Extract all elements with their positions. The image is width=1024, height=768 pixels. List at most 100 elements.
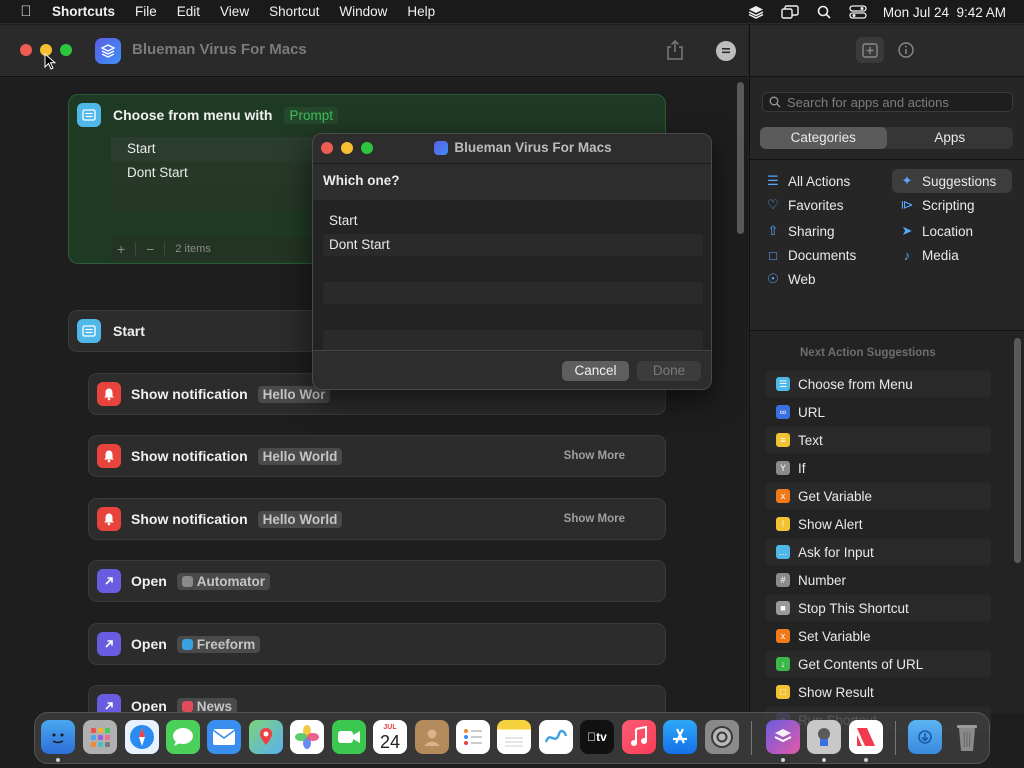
sidebar-segmented-control: Categories Apps (760, 127, 1013, 149)
library-add-icon[interactable] (856, 37, 884, 63)
text-icon: ≡ (776, 433, 790, 447)
open-app-action[interactable]: Open Automator (88, 560, 666, 602)
freeform-icon[interactable] (539, 720, 573, 754)
show-more-button[interactable]: Show More (564, 513, 625, 525)
details-icon[interactable] (716, 41, 736, 61)
search-icon[interactable] (815, 5, 833, 19)
window-title[interactable]: Blueman Virus For Macs (132, 41, 307, 58)
editor-scrollbar[interactable] (737, 82, 744, 234)
suggestion-item[interactable]: Y If (766, 455, 991, 481)
app-token[interactable]: News (176, 697, 238, 713)
screen-mirror-icon[interactable] (781, 5, 799, 19)
shortcut-app-icon[interactable] (95, 38, 121, 64)
tv-label-text: tv (591, 730, 607, 744)
suggestion-item[interactable]: □ Show Result (766, 679, 991, 705)
automator-icon[interactable] (807, 720, 841, 754)
prompt-token[interactable]: Prompt (284, 106, 338, 124)
facetime-icon[interactable] (332, 720, 366, 754)
actions-search-field[interactable]: Search for apps and actions (762, 92, 1013, 112)
open-arrow-icon (97, 694, 121, 713)
menu-edit[interactable]: Edit (167, 4, 210, 19)
add-item-button[interactable]: + (117, 241, 125, 257)
messages-icon[interactable] (166, 720, 200, 754)
menu-clock[interactable]: Mon Jul 24 9:42 AM (883, 5, 1006, 20)
menu-window[interactable]: Window (329, 4, 397, 19)
mail-icon[interactable] (207, 720, 241, 754)
done-button[interactable]: Done (637, 361, 701, 381)
launchpad-icon[interactable] (83, 720, 117, 754)
suggestion-item[interactable]: ≡ Text (766, 427, 991, 453)
suggestion-label: Text (798, 432, 823, 448)
category-web[interactable]: ☉ Web (766, 267, 815, 291)
suggestion-item[interactable]: ↓ Get Contents of URL (766, 651, 991, 677)
sidebar-scrollbar[interactable] (1014, 338, 1021, 563)
suggestion-item[interactable]: # Number (766, 567, 991, 593)
notification-text-token[interactable]: Hello World (257, 510, 343, 528)
shortcuts-icon[interactable] (766, 720, 800, 754)
suggestion-item[interactable]: … Ask for Input (766, 539, 991, 565)
control-center-icon[interactable] (849, 5, 867, 19)
menu-help[interactable]: Help (397, 4, 445, 19)
search-icon (769, 96, 781, 108)
tab-apps[interactable]: Apps (887, 127, 1014, 149)
category-label: Media (922, 247, 959, 263)
zoom-window-button[interactable] (60, 44, 72, 56)
category-all-actions[interactable]: ☰ All Actions (766, 169, 850, 193)
show-notification-action[interactable]: Show notification Hello World Show More (88, 435, 666, 477)
dialog-option-start[interactable]: Start (323, 210, 703, 232)
suggestion-item[interactable]: ■ Stop This Shortcut (766, 595, 991, 621)
app-store-icon[interactable] (663, 720, 697, 754)
reminders-icon[interactable] (456, 720, 490, 754)
category-media[interactable]: ♪ Media (900, 243, 959, 267)
sidebar-toolbar (749, 25, 1024, 77)
show-notification-action[interactable]: Show notification Hello World Show More (88, 498, 666, 540)
info-icon[interactable] (892, 37, 920, 63)
apple-menu-icon[interactable]:  (0, 3, 52, 20)
photos-icon[interactable] (290, 720, 324, 754)
suggestion-item[interactable]: ☰ Choose from Menu (766, 371, 991, 397)
share-icon[interactable] (665, 39, 685, 61)
maps-icon[interactable] (249, 720, 283, 754)
category-sharing[interactable]: ⇧ Sharing (766, 219, 835, 243)
divider (313, 163, 711, 164)
music-icon[interactable] (622, 720, 656, 754)
tab-categories[interactable]: Categories (760, 127, 887, 149)
dialog-option-dont-start[interactable]: Dont Start (323, 234, 703, 256)
suggestion-item[interactable]: ∞ URL (766, 399, 991, 425)
system-settings-icon[interactable] (705, 720, 739, 754)
scripting-icon: ⧐ (900, 197, 914, 212)
notes-icon[interactable] (497, 720, 531, 754)
open-app-action[interactable]: Open News (88, 685, 666, 713)
suggestion-item[interactable]: x Set Variable (766, 623, 991, 649)
category-suggestions[interactable]: ✦ Suggestions (892, 169, 1012, 193)
action-label: Open (131, 698, 167, 713)
category-scripting[interactable]: ⧐ Scripting (900, 193, 975, 217)
contacts-icon[interactable] (415, 720, 449, 754)
remove-item-button[interactable]: − (146, 241, 154, 257)
suggestion-item[interactable]: ! Show Alert (766, 511, 991, 537)
notification-text-token[interactable]: Hello World (257, 447, 343, 465)
news-icon[interactable] (849, 720, 883, 754)
category-location[interactable]: ➤ Location (900, 219, 974, 243)
category-favorites[interactable]: ♡ Favorites (766, 193, 843, 217)
show-more-button[interactable]: Show More (564, 450, 625, 462)
menu-view[interactable]: View (210, 4, 259, 19)
close-window-button[interactable] (20, 44, 32, 56)
cancel-button[interactable]: Cancel (562, 361, 629, 381)
category-documents[interactable]: □ Documents (766, 243, 856, 267)
app-token[interactable]: Automator (176, 572, 271, 590)
downloads-folder-icon[interactable] (908, 720, 942, 754)
app-token[interactable]: Freeform (176, 635, 261, 653)
menu-app-name[interactable]: Shortcuts (52, 4, 125, 19)
suggestion-item[interactable]: x Get Variable (766, 483, 991, 509)
calendar-icon[interactable]: JUL 24 (373, 720, 407, 754)
menu-file[interactable]: File (125, 4, 167, 19)
stack-icon[interactable] (747, 5, 765, 19)
apple-tv-icon[interactable]: tv (580, 720, 614, 754)
finder-icon[interactable] (41, 720, 75, 754)
safari-icon[interactable] (125, 720, 159, 754)
divider (750, 159, 1024, 160)
trash-icon[interactable] (950, 720, 984, 754)
menu-shortcut[interactable]: Shortcut (259, 4, 329, 19)
open-app-action[interactable]: Open Freeform (88, 623, 666, 665)
